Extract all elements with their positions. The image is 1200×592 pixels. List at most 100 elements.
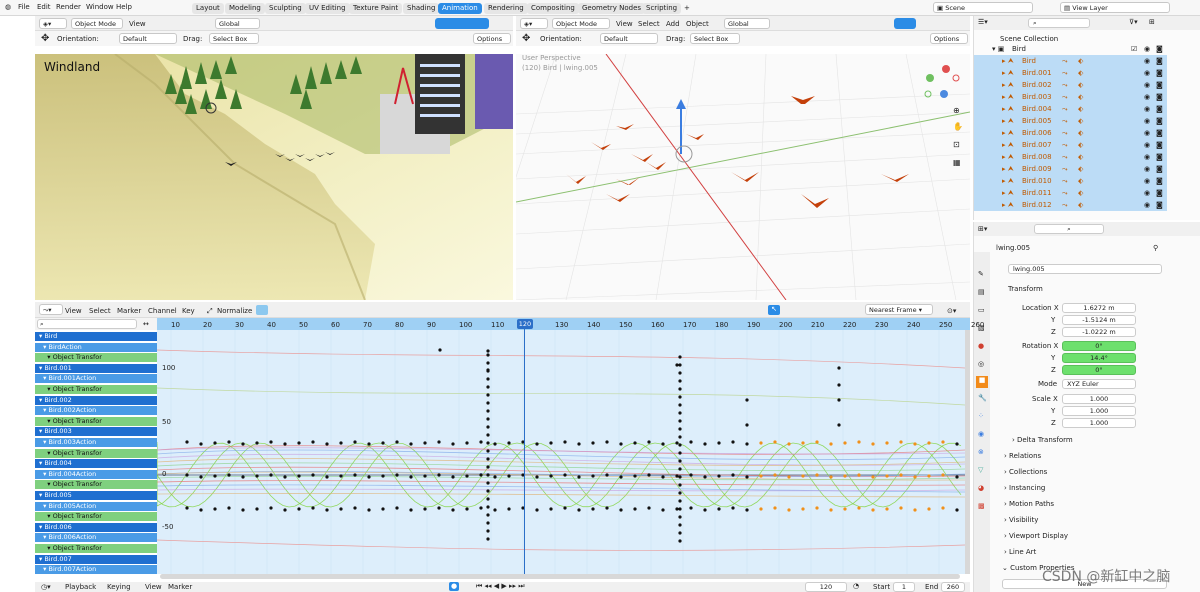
- object-menu-right[interactable]: Object: [686, 20, 709, 28]
- delta-transform-section[interactable]: › Delta Transform: [1012, 436, 1073, 444]
- channel-expand-icon[interactable]: ▾: [47, 353, 50, 361]
- outliner-item-bird-009[interactable]: ▸ ⮝ Bird.009 ⤳ ⬖ ◉ ◙: [974, 163, 1167, 175]
- current-frame-indicator[interactable]: 120: [517, 319, 533, 329]
- tool-tab-icon[interactable]: ✎: [978, 270, 984, 278]
- view-menu[interactable]: View: [129, 20, 146, 28]
- line-art-section[interactable]: › Line Art: [1004, 548, 1036, 556]
- move-tool-icon-right[interactable]: ✥: [522, 33, 530, 44]
- outliner-item-bird-006[interactable]: ▸ ⮝ Bird.006 ⤳ ⬖ ◉ ◙: [974, 127, 1167, 139]
- rotation-z-field[interactable]: 0°: [1062, 365, 1136, 375]
- channel-expand-icon[interactable]: ▾: [47, 449, 50, 457]
- tab-shading[interactable]: Shading: [403, 3, 440, 14]
- orientation-dropdown[interactable]: Default: [119, 33, 177, 44]
- drag-dropdown-right[interactable]: Select Box: [690, 33, 740, 44]
- channel-tr[interactable]: ▾ Object Transfor: [35, 385, 157, 394]
- object-tab-icon[interactable]: ■: [976, 376, 988, 388]
- particles-tab-icon[interactable]: ⁘: [978, 412, 984, 420]
- viewport-display-section[interactable]: › Viewport Display: [1004, 532, 1068, 540]
- motion-paths-section[interactable]: › Motion Paths: [1004, 500, 1054, 508]
- tab-uv-editing[interactable]: UV Editing: [305, 3, 350, 14]
- channel-tr[interactable]: ▾ Object Transfor: [35, 544, 157, 553]
- outliner-item-bird-002[interactable]: ▸ ⮝ Bird.002 ⤳ ⬖ ◉ ◙: [974, 79, 1167, 91]
- channel-expand-icon[interactable]: ▾: [39, 523, 42, 531]
- channel-expand-icon[interactable]: ↔: [143, 320, 149, 328]
- physics-tab-icon[interactable]: ◉: [978, 430, 984, 438]
- eye-icon[interactable]: ◉: [1144, 177, 1150, 185]
- channel-act[interactable]: ▾ Bird.004Action: [35, 469, 157, 479]
- tab-layout[interactable]: Layout: [192, 3, 224, 14]
- render-tab-icon[interactable]: ▤: [978, 288, 985, 296]
- eye-icon[interactable]: ◉: [1144, 129, 1150, 137]
- pin-icon[interactable]: ⚲: [1153, 244, 1158, 252]
- relations-section[interactable]: › Relations: [1004, 452, 1041, 460]
- end-frame-field[interactable]: 260: [941, 582, 965, 592]
- timeline-marker-menu[interactable]: Marker: [168, 583, 192, 591]
- graph-select-menu[interactable]: Select: [89, 307, 111, 315]
- data-name-field[interactable]: lwing.005: [1008, 264, 1162, 274]
- instancing-section[interactable]: › Instancing: [1004, 484, 1045, 492]
- texture-tab-icon[interactable]: ▩: [978, 502, 985, 510]
- graph-editor-type-button[interactable]: ⤳▾: [39, 304, 63, 315]
- cursor-icon[interactable]: ↖: [768, 305, 780, 315]
- render-camera-icon[interactable]: ◙: [1156, 69, 1163, 77]
- channel-expand-icon[interactable]: ▾: [39, 459, 42, 467]
- eye-icon[interactable]: ◉: [1144, 57, 1150, 65]
- location-z-field[interactable]: -1.0222 m: [1062, 327, 1136, 337]
- channel-act[interactable]: ▾ Bird.006Action: [35, 533, 157, 543]
- checkbox-icon[interactable]: ☑: [1131, 45, 1137, 53]
- eye-icon[interactable]: ◉: [1144, 117, 1150, 125]
- menu-edit[interactable]: Edit: [37, 3, 51, 11]
- channel-expand-icon[interactable]: ▾: [39, 332, 42, 340]
- channel-expand-icon[interactable]: ▾: [39, 491, 42, 499]
- channel-expand-icon[interactable]: ▾: [39, 396, 42, 404]
- channel-act[interactable]: ▾ Bird.005Action: [35, 501, 157, 511]
- playback-controls[interactable]: ⏮ ◂◂ ◀ ▶ ▸▸ ⏭: [476, 582, 525, 591]
- channel-tr[interactable]: ▾ Object Transfor: [35, 353, 157, 363]
- tab-rendering[interactable]: Rendering: [484, 3, 528, 14]
- view-menu-right[interactable]: View: [616, 20, 633, 28]
- material-tab-icon[interactable]: ◕: [978, 484, 984, 492]
- transform-orientation[interactable]: Global: [215, 18, 260, 29]
- normalize-icon-button[interactable]: [256, 305, 268, 315]
- tab-geometry-nodes[interactable]: Geometry Nodes: [578, 3, 646, 14]
- visibility-section[interactable]: › Visibility: [1004, 516, 1038, 524]
- playback-menu[interactable]: Playback: [65, 583, 96, 591]
- editor-type-button[interactable]: ◈▾: [39, 18, 67, 29]
- channel-tr[interactable]: ▾ Object Transfor: [35, 480, 157, 490]
- render-camera-icon[interactable]: ◙: [1156, 129, 1163, 137]
- xray-toggle[interactable]: [894, 18, 916, 29]
- render-camera-icon[interactable]: ◙: [1156, 141, 1163, 149]
- properties-editor-icon[interactable]: ⊞▾: [978, 225, 987, 233]
- menu-window[interactable]: Window: [86, 3, 114, 11]
- render-camera-icon[interactable]: ◙: [1156, 153, 1163, 161]
- channel-obj[interactable]: ▾ Bird.007: [35, 554, 157, 564]
- playhead-line[interactable]: [524, 329, 525, 574]
- eye-icon[interactable]: ◉: [1144, 105, 1150, 113]
- eye-icon[interactable]: ◉: [1144, 69, 1150, 77]
- timeline-view-menu[interactable]: View: [145, 583, 162, 591]
- constraints-tab-icon[interactable]: ⊗: [978, 448, 984, 456]
- tab-scripting[interactable]: Scripting: [642, 3, 682, 14]
- shading-buttons[interactable]: [435, 18, 489, 29]
- render-camera-icon[interactable]: ◙: [1156, 105, 1163, 113]
- graph-vertical-scrollbar[interactable]: [965, 330, 970, 574]
- channel-tr[interactable]: ▾ Object Transfor: [35, 416, 157, 426]
- drag-dropdown[interactable]: Select Box: [209, 33, 259, 44]
- eye-icon[interactable]: ◉: [1144, 141, 1150, 149]
- record-icon[interactable]: ●: [449, 582, 459, 591]
- new-collection-icon[interactable]: ⊞: [1149, 18, 1155, 26]
- menu-file[interactable]: File: [18, 3, 30, 11]
- editor-type-button-right[interactable]: ◈▾: [520, 18, 548, 29]
- channel-act[interactable]: ▾ Bird.007Action: [35, 565, 157, 575]
- tab-texture-paint[interactable]: Texture Paint: [349, 3, 403, 14]
- channel-expand-icon[interactable]: ▾: [39, 364, 42, 372]
- eye-icon[interactable]: ◉: [1144, 153, 1150, 161]
- add-workspace-button[interactable]: +: [680, 3, 694, 14]
- rotation-x-field[interactable]: 0°: [1062, 341, 1136, 351]
- keying-menu[interactable]: Keying: [107, 583, 131, 591]
- outliner-item-bird-003[interactable]: ▸ ⮝ Bird.003 ⤳ ⬖ ◉ ◙: [974, 91, 1167, 103]
- snap-dropdown[interactable]: Nearest Frame ▾: [865, 304, 933, 315]
- outliner-root-row[interactable]: ▾ ▣ Bird ☑ ◉ ◙: [974, 43, 1167, 55]
- outliner-item-bird-004[interactable]: ▸ ⮝ Bird.004 ⤳ ⬖ ◉ ◙: [974, 103, 1167, 115]
- collections-section[interactable]: › Collections: [1004, 468, 1047, 476]
